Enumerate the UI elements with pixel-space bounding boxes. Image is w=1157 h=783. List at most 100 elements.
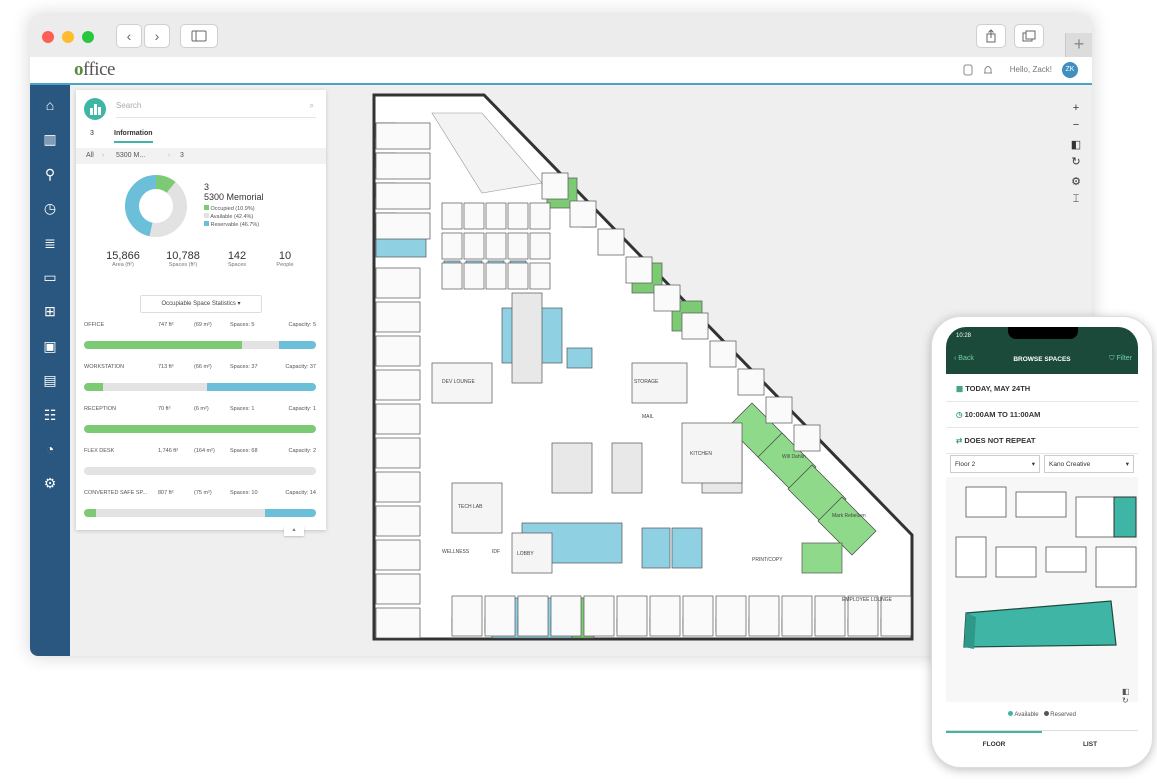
building-name: 5300 Memorial: [204, 192, 264, 202]
phone-filter-button[interactable]: ⛉ Filter: [1109, 355, 1132, 363]
map-controls: + − ◧ ↻ ⚙ ⌶: [1068, 101, 1084, 209]
tabs-overview-button[interactable]: [1014, 24, 1044, 48]
phone-map-controls[interactable]: ◧ ↻: [1122, 687, 1132, 705]
row-name: RECEPTION: [84, 406, 117, 412]
diagonal-office: [709, 340, 737, 368]
clock-icon[interactable]: ◷: [40, 198, 60, 218]
bar-segment-blue: [264, 509, 316, 517]
fit-button[interactable]: ⌶: [1068, 192, 1084, 206]
breadcrumb-floor[interactable]: 3: [180, 148, 184, 164]
date-row[interactable]: ▦ TODAY, MAY 24TH: [946, 377, 1138, 402]
tabs-icon: [1022, 30, 1036, 42]
logo-text: ffice: [83, 59, 115, 80]
new-tab-button[interactable]: +: [1065, 33, 1092, 57]
sidebar-toggle-button[interactable]: [180, 24, 218, 48]
floor-plan[interactable]: DEV LOUNGE STORAGE KITCHEN MAIL TECH LAB WELL…: [372, 93, 920, 653]
row-m: (75 m²): [194, 490, 212, 496]
legend-reservable: Reservable (46.7%): [204, 221, 259, 228]
box-icon[interactable]: ▣: [40, 336, 60, 356]
statistics-dropdown[interactable]: Occupiable Space Statistics ▾: [140, 295, 262, 313]
tab-information[interactable]: Information: [114, 130, 153, 143]
office-room: [748, 595, 780, 637]
huddle-room: [641, 527, 671, 569]
repeat-row[interactable]: ⇄ DOES NOT REPEAT: [946, 429, 1138, 454]
office-room: [583, 595, 615, 637]
time-row[interactable]: ◷ 10:00AM TO 11:00AM: [946, 403, 1138, 428]
forward-button[interactable]: ›: [144, 24, 170, 48]
person-icon[interactable]: ⚲: [40, 164, 60, 184]
back-button[interactable]: ‹: [116, 24, 142, 48]
phone-room: [566, 347, 593, 369]
building-logo-icon: [84, 98, 106, 120]
gear-icon[interactable]: ⚙: [40, 473, 60, 493]
huddle-room: [671, 527, 703, 569]
floor-number: 3: [204, 182, 210, 192]
desk-cluster: [441, 262, 463, 290]
floor-select[interactable]: Floor 2 ▾: [950, 455, 1040, 473]
id-card-icon[interactable]: ▤: [40, 370, 60, 390]
avatar[interactable]: ZK: [1062, 62, 1078, 78]
diagonal-office: [653, 284, 681, 312]
fit-icon: ⌶: [1072, 193, 1080, 205]
zoom-in-button[interactable]: +: [1068, 101, 1084, 115]
settings-button[interactable]: ⚙: [1068, 175, 1084, 189]
stack-icon[interactable]: ≣: [40, 233, 60, 253]
bell-icon[interactable]: [982, 63, 994, 77]
maximize-window-button[interactable]: [82, 31, 94, 43]
tab-floor-count[interactable]: 3: [90, 130, 94, 137]
elevator: [551, 442, 593, 494]
breadcrumb-all[interactable]: All: [86, 148, 94, 164]
pie-chart-icon[interactable]: ◔: [40, 439, 60, 459]
zoom-out-button[interactable]: −: [1068, 118, 1084, 132]
logo-prefix: o: [74, 59, 84, 80]
row-m: (66 m²): [194, 364, 212, 370]
monitor-icon[interactable]: ▭: [40, 267, 60, 287]
room-label: TECH LAB: [458, 504, 483, 510]
workstation: [375, 437, 421, 469]
bar-segment-blue: [206, 383, 316, 391]
time-range-text: 10:00AM TO 11:00AM: [964, 410, 1041, 419]
org-chart-icon[interactable]: ⊞: [40, 301, 60, 321]
collapse-panel-button[interactable]: ▴: [284, 526, 304, 536]
share-icon: [986, 29, 996, 43]
occupied-office: [801, 542, 843, 574]
row-spaces: Spaces: 10: [230, 490, 258, 496]
phone-notch: [1008, 327, 1078, 339]
tab-list[interactable]: LIST: [1042, 741, 1138, 748]
diagonal-office: [569, 200, 597, 228]
home-icon[interactable]: ⌂: [40, 95, 60, 115]
title-bar: ‹ › +: [30, 15, 1092, 58]
stat-spaces: 142 Spaces: [227, 250, 247, 268]
buildings-icon[interactable]: ▥: [40, 129, 60, 149]
desk-cluster: [485, 202, 507, 230]
diagonal-office: [765, 396, 793, 424]
phone-legend: Available Reserved: [946, 711, 1138, 718]
office-room: [375, 122, 431, 150]
bar-segment-gray: [84, 467, 316, 475]
workstation: [375, 267, 421, 299]
print-icon[interactable]: [962, 63, 974, 77]
layers-button[interactable]: ◧: [1068, 138, 1084, 152]
desk-cluster: [485, 232, 507, 260]
tab-floor[interactable]: FLOOR: [946, 741, 1042, 748]
row-area: 1,746 ft²: [158, 448, 179, 454]
app-logo[interactable]: office: [74, 59, 115, 81]
desk-cluster: [463, 232, 485, 260]
search-input[interactable]: Search ⌕: [116, 101, 316, 118]
bar-segment-gray: [241, 341, 279, 349]
office-room: [649, 595, 681, 637]
room-label: Will Dahlin: [782, 454, 806, 460]
row-spaces: Spaces: 1: [230, 406, 255, 412]
breadcrumb-building[interactable]: 5300 M...: [116, 148, 145, 164]
company-select[interactable]: Kano Creative ▾: [1044, 455, 1134, 473]
close-window-button[interactable]: [42, 31, 54, 43]
minimize-window-button[interactable]: [62, 31, 74, 43]
rotate-button[interactable]: ↻: [1068, 155, 1084, 169]
desk-cluster: [529, 202, 551, 230]
people-icon[interactable]: ☷: [40, 405, 60, 425]
workstation: [375, 607, 421, 639]
space-donut-chart: [125, 175, 187, 237]
app-header: office Hello, Zack! ZK: [30, 57, 1092, 85]
phone-3d-map[interactable]: [946, 477, 1138, 702]
share-button[interactable]: [976, 24, 1006, 48]
